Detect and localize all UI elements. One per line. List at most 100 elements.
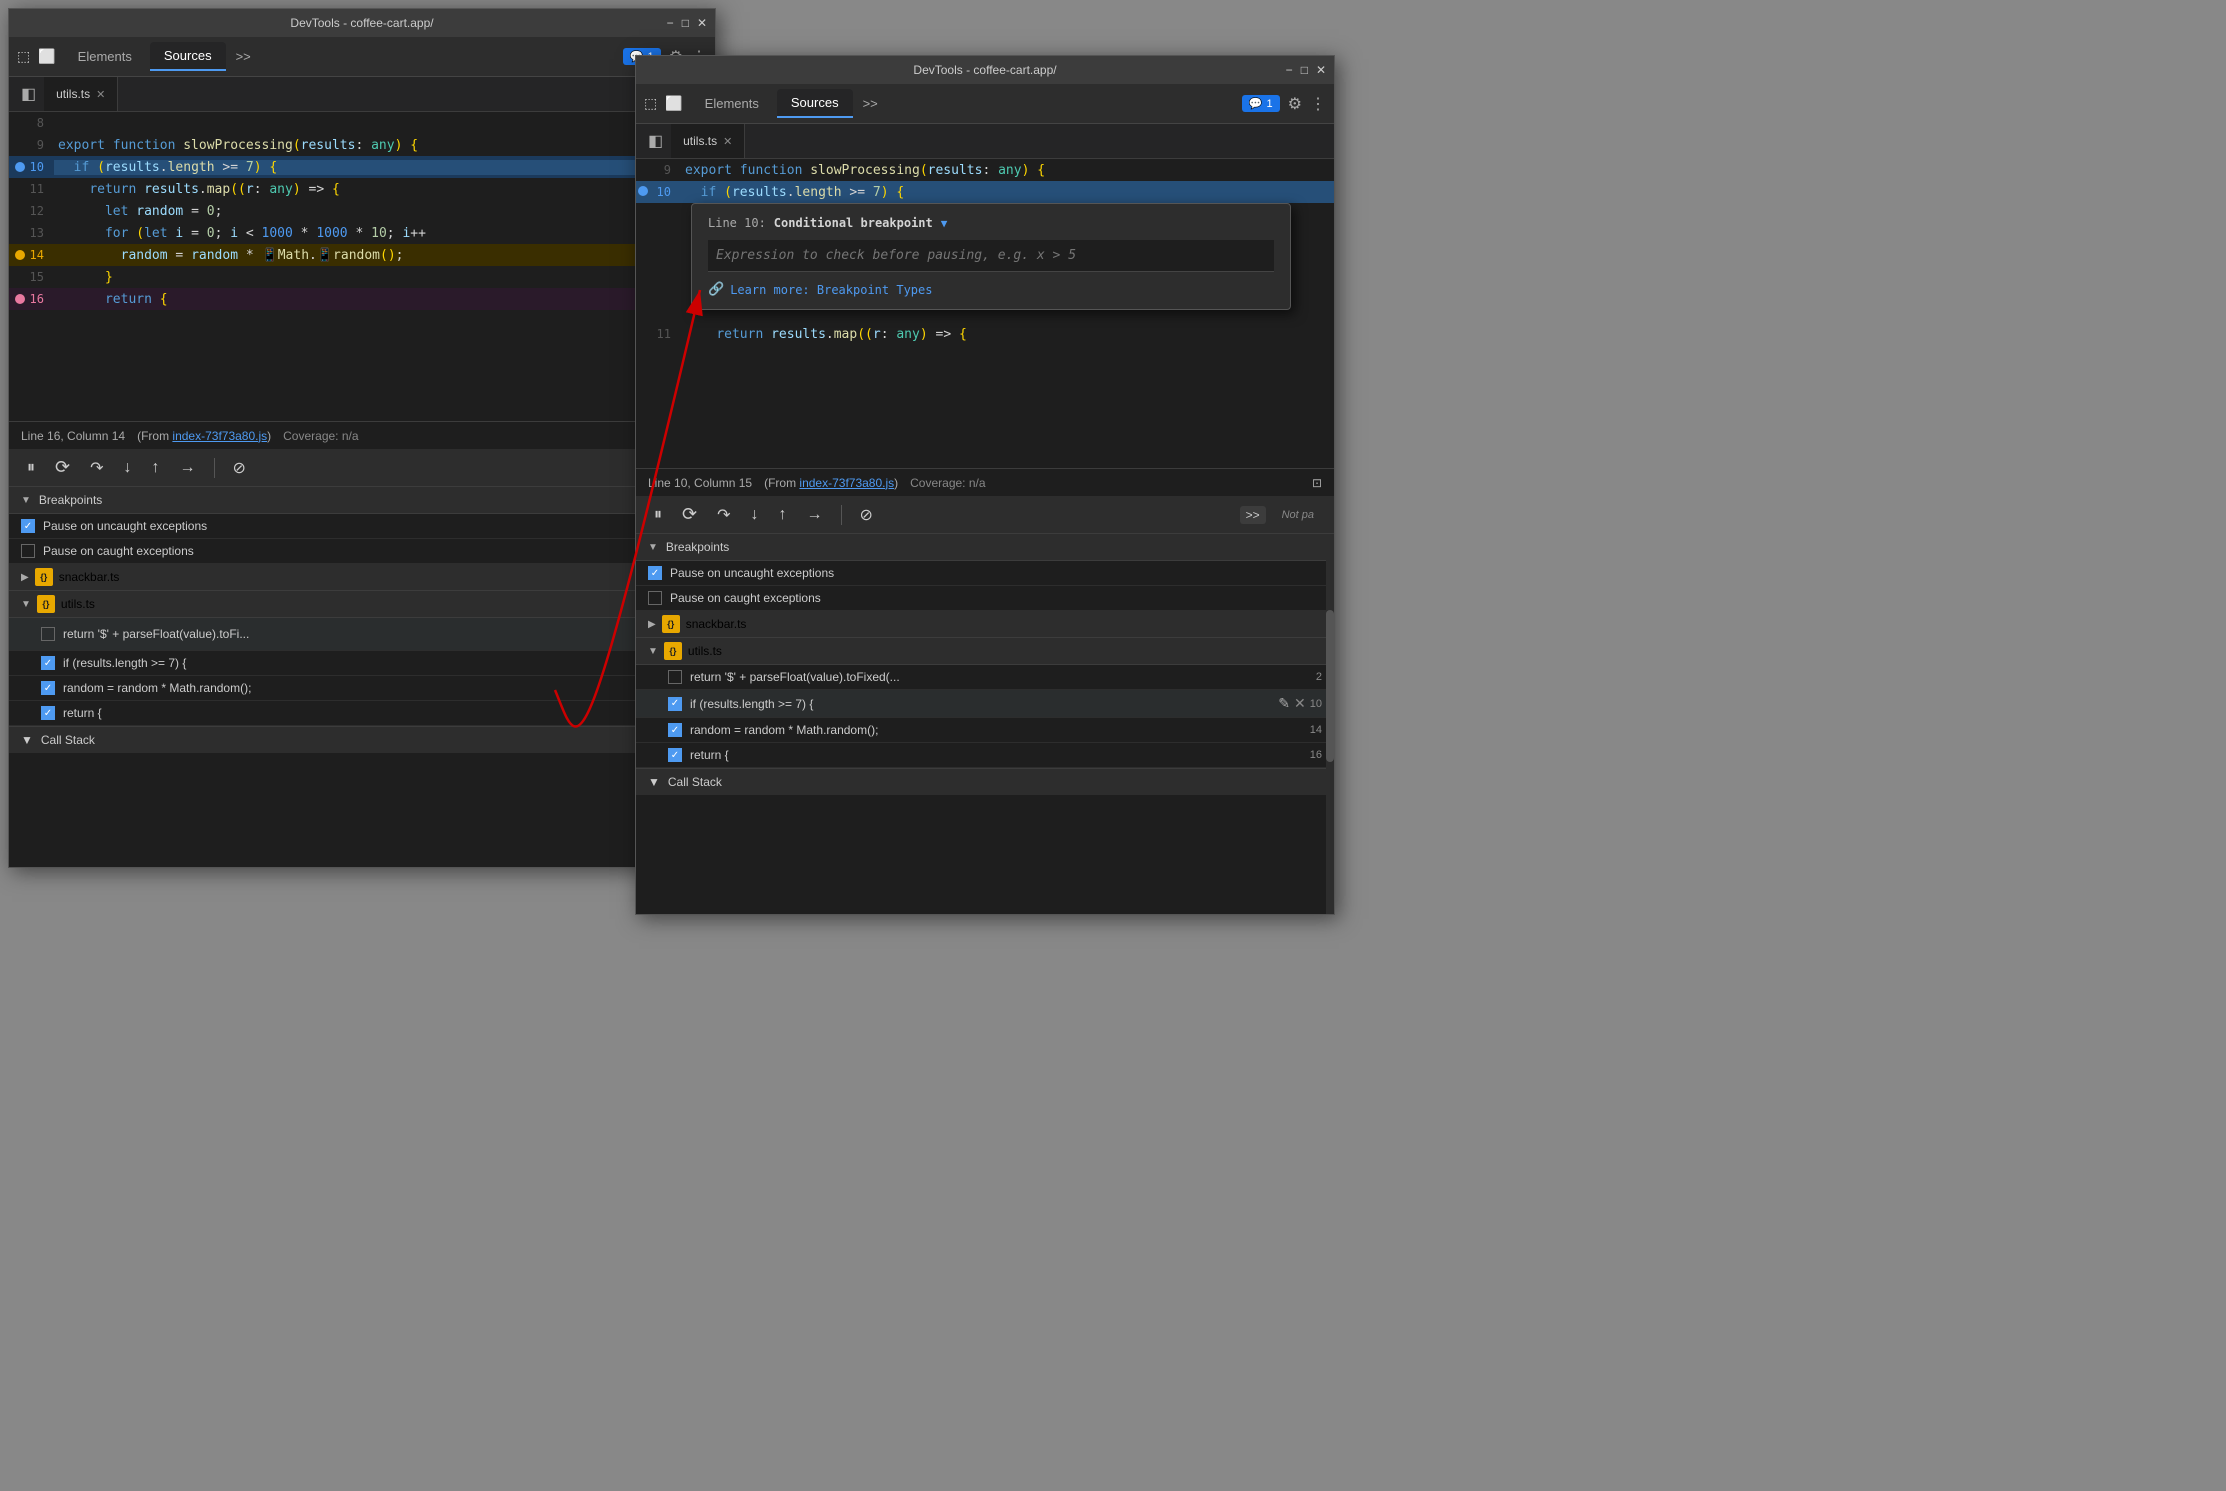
close-btn-1[interactable]: ✕ — [697, 16, 707, 30]
resume-btn-1[interactable]: ⟳ — [49, 453, 76, 482]
edit-bp-icon-2[interactable]: ✎ — [1278, 695, 1290, 712]
bp-arrow-1: ▼ — [21, 495, 31, 506]
conditional-bp-input[interactable] — [708, 240, 1274, 272]
step-out-btn-2[interactable]: ↑ — [773, 502, 793, 528]
resume-btn-2[interactable]: ⟳ — [676, 500, 703, 529]
from-link-2[interactable]: index-73f73a80.js — [799, 476, 894, 490]
console-badge-2[interactable]: 💬 1 — [1242, 95, 1280, 112]
step-out-btn-1[interactable]: ↑ — [146, 455, 166, 481]
from-link-1[interactable]: index-73f73a80.js — [172, 429, 267, 443]
call-stack-header-1[interactable]: ▼ Call Stack — [9, 726, 715, 753]
more-icon-2[interactable]: ⋮ — [1310, 94, 1326, 114]
call-stack-arrow-1: ▼ — [21, 733, 33, 747]
call-stack-title-1: Call Stack — [41, 733, 95, 747]
breakpoints-header-2[interactable]: ▼ Breakpoints — [636, 534, 1334, 561]
inspect-icon-1[interactable]: ⬚ — [17, 48, 30, 65]
step-into-btn-1[interactable]: ↓ — [118, 455, 138, 481]
console-count-2: 1 — [1267, 98, 1273, 110]
file-tab-utils-1[interactable]: utils.ts ✕ — [44, 77, 118, 111]
bp-return-checkbox-1[interactable] — [41, 706, 55, 720]
breakpoints-panel-2: ▼ Breakpoints Pause on uncaught exceptio… — [636, 534, 1334, 914]
learn-more-text: Learn more: Breakpoint Types — [730, 283, 932, 297]
tab-more-2[interactable]: >> — [857, 92, 884, 115]
step-over-btn-2[interactable]: ↷ — [711, 501, 736, 529]
bp-random-text-1: random = random * Math.random(); — [63, 681, 251, 695]
tab-sources-2[interactable]: Sources — [777, 89, 853, 118]
title-bar-1: DevTools - coffee-cart.app/ − □ ✕ — [9, 9, 715, 37]
utils-name-1: utils.ts — [61, 597, 95, 611]
call-stack-header-2[interactable]: ▼ Call Stack — [636, 768, 1334, 795]
no-breakpoints-btn-1[interactable]: ⊘ — [227, 454, 252, 482]
tab-more-1[interactable]: >> — [230, 45, 257, 68]
scrollbar-v-2[interactable] — [1326, 534, 1334, 914]
bp-if-text-1: if (results.length >= 7) { — [63, 656, 186, 670]
inspect-icon-2[interactable]: ⬚ — [644, 95, 657, 112]
utils-group-1[interactable]: ▼ {} utils.ts — [9, 591, 715, 618]
file-tab-close-1[interactable]: ✕ — [96, 88, 105, 101]
file-tab-name-1: utils.ts — [56, 87, 90, 101]
step-through-btn-2[interactable]: → — [801, 502, 829, 528]
pause-caught-checkbox-2[interactable] — [648, 591, 662, 605]
utils-group-2[interactable]: ▼ {} utils.ts — [636, 638, 1334, 665]
sidebar-toggle-1[interactable]: ◧ — [13, 80, 44, 108]
pause-uncaught-checkbox-2[interactable] — [648, 566, 662, 580]
tab-elements-2[interactable]: Elements — [691, 90, 773, 117]
device-icon-1[interactable]: ⬜ — [38, 48, 55, 65]
tab-bar-right-2: 💬 1 ⚙ ⋮ — [1242, 94, 1326, 114]
learn-more-link[interactable]: 🔗 Learn more: Breakpoint Types — [708, 282, 1274, 297]
file-tab-close-2[interactable]: ✕ — [723, 135, 732, 148]
scrollbar-thumb-2[interactable] — [1326, 610, 1334, 762]
cursor-position-1: Line 16, Column 14 — [21, 429, 125, 443]
pause-uncaught-label-1: Pause on uncaught exceptions — [43, 519, 207, 533]
coverage-expand-2[interactable]: ⊡ — [1312, 476, 1322, 490]
conditional-bp-dropdown[interactable]: ▼ — [941, 217, 948, 230]
bp-return-checkbox-2[interactable] — [668, 748, 682, 762]
bp-item-return-dollar-2: return '$' + parseFloat(value).toFixed(.… — [636, 665, 1334, 690]
code-line-16: 16 return { — [9, 288, 715, 310]
pause-uncaught-checkbox-1[interactable] — [21, 519, 35, 533]
snackbar-ts-icon-2: {} — [662, 615, 680, 633]
bp-title-1: Breakpoints — [39, 493, 102, 507]
bp-random-checkbox-2[interactable] — [668, 723, 682, 737]
bp-if-checkbox-1[interactable] — [41, 656, 55, 670]
step-over-btn-1[interactable]: ↷ — [84, 454, 109, 482]
snackbar-ts-icon-1: {} — [35, 568, 53, 586]
snackbar-group-2[interactable]: ▶ {} snackbar.ts — [636, 611, 1334, 638]
pause-caught-label-1: Pause on caught exceptions — [43, 544, 194, 558]
sidebar-toggle-2[interactable]: ◧ — [640, 127, 671, 155]
tab-elements-1[interactable]: Elements — [64, 43, 146, 70]
maximize-btn-1[interactable]: □ — [682, 16, 689, 30]
maximize-btn-2[interactable]: □ — [1301, 63, 1308, 77]
pause-uncaught-2: Pause on uncaught exceptions — [636, 561, 1334, 586]
pause-caught-checkbox-1[interactable] — [21, 544, 35, 558]
more-panel-btn-2[interactable]: >> — [1240, 506, 1266, 524]
minimize-btn-1[interactable]: − — [667, 16, 674, 30]
minimize-btn-2[interactable]: − — [1286, 63, 1293, 77]
snackbar-group-1[interactable]: ▶ {} snackbar.ts — [9, 564, 715, 591]
bp-if-checkbox-2[interactable] — [668, 697, 682, 711]
close-btn-2[interactable]: ✕ — [1316, 63, 1326, 77]
pause-btn-1[interactable]: ⏸ — [21, 455, 41, 481]
breakpoints-header-1[interactable]: ▼ Breakpoints — [9, 487, 715, 514]
breakpoints-panel-1: ▼ Breakpoints Pause on uncaught exceptio… — [9, 487, 715, 867]
utils-ts-icon-2: {} — [664, 642, 682, 660]
bp-return-dollar-checkbox-2[interactable] — [668, 670, 682, 684]
utils-arrow-1: ▼ — [21, 599, 31, 610]
from-label-1: (From index-73f73a80.js) — [137, 429, 271, 443]
bp-return-dollar-checkbox-1[interactable] — [41, 627, 55, 641]
bp-title-2: Breakpoints — [666, 540, 729, 554]
code-line-10-w2: 10 if (results.length >= 7) { — [636, 181, 1334, 203]
file-tab-utils-2[interactable]: utils.ts ✕ — [671, 124, 745, 158]
tab-sources-1[interactable]: Sources — [150, 42, 226, 71]
no-breakpoints-btn-2[interactable]: ⊘ — [854, 501, 879, 529]
step-through-btn-1[interactable]: → — [174, 455, 202, 481]
bp-line-num-16-2: 16 — [1310, 749, 1322, 761]
bp-random-checkbox-1[interactable] — [41, 681, 55, 695]
step-into-btn-2[interactable]: ↓ — [745, 502, 765, 528]
device-icon-2[interactable]: ⬜ — [665, 95, 682, 112]
gear-icon-2[interactable]: ⚙ — [1288, 94, 1302, 114]
file-tab-name-2: utils.ts — [683, 134, 717, 148]
delete-bp-icon-2[interactable]: ✕ — [1294, 695, 1306, 712]
pause-btn-2[interactable]: ⏸ — [648, 502, 668, 528]
bp-item-return-2: return { 16 — [636, 743, 1334, 768]
